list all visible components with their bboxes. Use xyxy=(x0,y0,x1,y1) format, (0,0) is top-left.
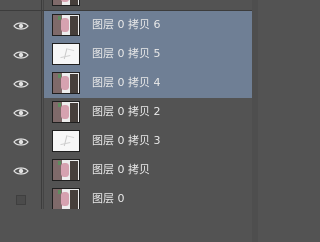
layer-row-partial[interactable] xyxy=(0,0,258,11)
layer-thumbnail[interactable] xyxy=(52,0,80,6)
thumbnail-part xyxy=(61,0,69,2)
layer-content[interactable]: 图层 0 拷贝 2 xyxy=(43,98,258,127)
thumbnail-part xyxy=(70,16,78,35)
layer-thumbnail[interactable] xyxy=(52,43,80,65)
thumbnail-part xyxy=(61,105,69,119)
visibility-toggle[interactable] xyxy=(0,69,42,99)
visibility-toggle[interactable] xyxy=(0,156,42,186)
layer-content[interactable]: 图层 0 拷贝 5 xyxy=(43,40,258,69)
thumbnail-part xyxy=(61,192,69,206)
visibility-toggle[interactable] xyxy=(0,98,42,128)
layer-content[interactable] xyxy=(43,0,258,10)
layer-row[interactable]: 图层 0 拷贝 xyxy=(0,156,258,186)
eye-icon[interactable] xyxy=(13,0,29,1)
layer-row[interactable]: 图层 0 拷贝 4 xyxy=(0,69,258,99)
layer-name: 图层 0 拷贝 6 xyxy=(92,18,161,31)
layer-row[interactable]: 图层 0 拷贝 5 xyxy=(0,40,258,70)
eye-icon[interactable] xyxy=(12,137,29,147)
thumbnail-part xyxy=(61,18,69,32)
layers-panel: 图层 0 拷贝 6 图层 0 拷贝 5 图层 0 拷贝 4 图层 0 拷贝 2 … xyxy=(0,0,258,242)
thumbnail-part xyxy=(70,190,78,209)
thumbnail-part xyxy=(61,76,69,90)
eye-icon[interactable] xyxy=(12,50,29,60)
eye-icon[interactable] xyxy=(12,79,29,89)
thumbnail-part xyxy=(70,74,78,93)
eye-icon[interactable] xyxy=(12,166,29,176)
layer-row[interactable]: 图层 0 拷贝 6 xyxy=(0,11,258,41)
eye-icon[interactable] xyxy=(12,108,29,118)
layer-name: 图层 0 拷贝 3 xyxy=(92,134,161,147)
layer-name: 图层 0 拷贝 5 xyxy=(92,47,161,60)
thumbnail-part xyxy=(70,103,78,122)
thumbnail-part xyxy=(53,0,62,5)
layer-thumbnail[interactable] xyxy=(52,188,80,210)
layer-name: 图层 0 拷贝 xyxy=(92,163,150,176)
hidden-visibility-box[interactable] xyxy=(15,195,26,205)
layer-row[interactable]: 图层 0 拷贝 3 xyxy=(0,127,258,157)
layer-content[interactable]: 图层 0 拷贝 xyxy=(43,156,258,185)
thumbnail-part xyxy=(60,55,72,64)
thumbnail-part xyxy=(70,161,78,180)
layer-thumbnail[interactable] xyxy=(52,72,80,94)
scrollbar-track[interactable] xyxy=(252,0,258,242)
layer-thumbnail[interactable] xyxy=(52,14,80,36)
layer-thumbnail[interactable] xyxy=(52,130,80,152)
layer-content[interactable]: 图层 0 拷贝 3 xyxy=(43,127,258,156)
layer-name: 图层 0 拷贝 2 xyxy=(92,105,161,118)
layer-content[interactable]: 图层 0 拷贝 6 xyxy=(43,11,258,40)
visibility-toggle[interactable] xyxy=(0,127,42,157)
layer-name: 图层 0 xyxy=(92,192,125,205)
visibility-toggle[interactable] xyxy=(0,0,42,11)
thumbnail-part xyxy=(70,0,78,5)
layer-name: 图层 0 拷贝 4 xyxy=(92,76,161,89)
visibility-toggle[interactable] xyxy=(0,11,42,41)
thumbnail-part xyxy=(61,163,69,177)
empty-layer-space xyxy=(0,209,258,242)
visibility-toggle[interactable] xyxy=(0,40,42,70)
layer-row[interactable]: 图层 0 拷贝 2 xyxy=(0,98,258,128)
eye-icon[interactable] xyxy=(12,21,29,31)
thumbnail-part xyxy=(60,142,72,151)
layer-thumbnail[interactable] xyxy=(52,159,80,181)
layer-content[interactable]: 图层 0 拷贝 4 xyxy=(43,69,258,98)
layer-thumbnail[interactable] xyxy=(52,101,80,123)
